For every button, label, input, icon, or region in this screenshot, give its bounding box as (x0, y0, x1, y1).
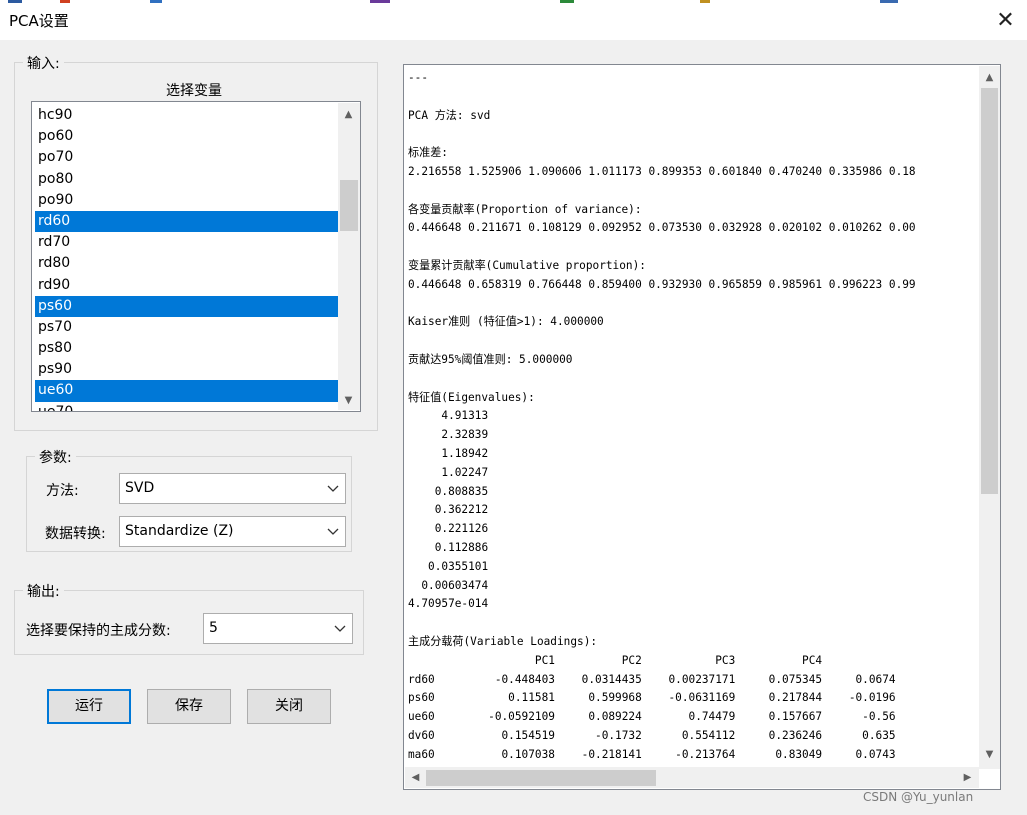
result-line (408, 295, 916, 314)
result-line (408, 125, 916, 144)
result-line: 2.216558 1.525906 1.090606 1.011173 0.89… (408, 164, 916, 178)
variable-list-item[interactable]: ue70 (35, 402, 338, 411)
variable-list-item[interactable]: hc90 (35, 105, 338, 126)
result-line: 标准差: (408, 146, 448, 160)
close-window-button[interactable]: ✕ (984, 3, 1027, 40)
watermark: CSDN @Yu_yunlan (863, 790, 974, 804)
result-line: 2.32839 (408, 428, 489, 442)
result-line: 0.221126 (408, 522, 489, 536)
variable-list-item[interactable]: ps90 (35, 359, 338, 380)
results-text: --- PCA 方法: svd 标准差: 2.216558 1.525906 1.09… (408, 69, 916, 783)
save-button[interactable]: 保存 (147, 689, 231, 724)
variable-list-item[interactable]: rd70 (35, 232, 338, 253)
result-line: 0.446648 0.211671 0.108129 0.092952 0.07… (408, 221, 916, 235)
scroll-left-icon[interactable]: ◀ (407, 769, 424, 786)
scroll-right-icon[interactable]: ▶ (959, 769, 976, 786)
method-select-value: SVD (125, 480, 155, 496)
transform-label: 数据转换: (45, 526, 106, 542)
close-button[interactable]: 关闭 (247, 689, 331, 724)
result-line: 特征值(Eigenvalues): (408, 390, 535, 404)
scrollbar-thumb[interactable] (340, 180, 358, 231)
variable-list-item[interactable]: rd60 (35, 210, 338, 233)
chevron-down-icon (327, 485, 339, 492)
scroll-up-icon[interactable]: ▲ (981, 69, 998, 86)
input-group-legend: 输入: (23, 53, 64, 73)
results-vertical-thumb[interactable] (981, 88, 998, 494)
result-line: 主成分载荷(Variable Loadings): (408, 634, 598, 648)
params-group-legend: 参数: (35, 447, 76, 467)
result-line: --- (408, 71, 429, 84)
variable-list-item[interactable]: po60 (35, 126, 338, 147)
variable-listbox[interactable]: hc90 po60 po70 po80 po90 rd60 rd70 rd80 rd90 ps60… (31, 101, 361, 412)
result-line: ma60 0.107038 -0.218141 -0.213764 0.8304… (408, 747, 896, 761)
window-title: PCA设置 (9, 12, 69, 30)
result-line: dv60 0.154519 -0.1732 0.554112 0.236246 … (408, 728, 896, 742)
components-select[interactable]: 5 (203, 613, 353, 644)
result-line (408, 88, 916, 107)
results-horizontal-thumb[interactable] (426, 770, 656, 786)
variable-list-items: hc90 po60 po70 po80 po90 rd60 rd70 rd80 rd90 ps60… (35, 105, 338, 411)
result-line: 变量累计贡献率(Cumulative proportion): (408, 258, 646, 272)
results-vertical-scrollbar[interactable]: ▲ ▼ (979, 66, 1000, 769)
components-select-value: 5 (209, 620, 218, 636)
variable-list-item[interactable]: ps70 (35, 317, 338, 338)
result-line: 1.02247 (408, 465, 489, 479)
result-line: PCA 方法: svd (408, 108, 491, 122)
chevron-down-icon (327, 528, 339, 535)
result-line: PC1 PC2 PC3 PC4 (408, 653, 823, 667)
variable-list-item[interactable]: ue60 (35, 380, 338, 402)
variable-list-item[interactable]: ps80 (35, 338, 338, 359)
results-horizontal-scrollbar[interactable]: ◀ ▶ (405, 767, 979, 788)
variable-list-scrollbar[interactable]: ▲ ▼ (338, 103, 360, 410)
scroll-up-icon[interactable]: ▲ (340, 106, 357, 123)
result-line: rd60 -0.448403 0.0314435 0.00237171 0.07… (408, 672, 896, 686)
variable-list-item[interactable]: po90 (35, 190, 338, 211)
transform-select-value: Standardize (Z) (125, 523, 234, 539)
result-line (408, 238, 916, 257)
result-line: 各变量贡献率(Proportion of variance): (408, 202, 642, 216)
results-output[interactable]: --- PCA 方法: svd 标准差: 2.216558 1.525906 1.09… (403, 64, 1001, 790)
scroll-down-icon[interactable]: ▼ (340, 392, 357, 409)
result-line: 0.446648 0.658319 0.766448 0.859400 0.93… (408, 277, 916, 291)
result-line: 0.00603474 (408, 578, 489, 592)
method-label: 方法: (46, 483, 79, 499)
result-line (408, 182, 916, 201)
output-group-legend: 输出: (23, 581, 64, 601)
variable-list-caption: 选择变量 (166, 83, 222, 99)
variable-list-item[interactable]: po70 (35, 147, 338, 168)
scroll-down-icon[interactable]: ▼ (981, 746, 998, 763)
result-line (408, 614, 916, 633)
result-line: 0.362212 (408, 503, 489, 517)
result-line: 0.0355101 (408, 559, 489, 573)
chevron-down-icon (334, 625, 346, 632)
method-select[interactable]: SVD (119, 473, 346, 504)
result-line: Kaiser准则 (特征值>1): 4.000000 (408, 315, 604, 329)
title-bar: PCA设置 ✕ (0, 3, 1027, 40)
result-line: 4.70957e-014 (408, 597, 489, 611)
result-line: ps60 0.11581 0.599968 -0.0631169 0.21784… (408, 691, 896, 705)
components-label: 选择要保持的主成分数: (26, 623, 171, 639)
variable-list-item[interactable]: rd80 (35, 253, 338, 274)
result-line: 0.112886 (408, 540, 489, 554)
result-line: ue60 -0.0592109 0.089224 0.74479 0.15766… (408, 710, 896, 724)
close-icon: ✕ (996, 8, 1015, 33)
result-line (408, 332, 916, 351)
result-line (408, 370, 916, 389)
variable-list-item[interactable]: rd90 (35, 275, 338, 296)
result-line: 1.18942 (408, 446, 489, 460)
result-line: 4.91313 (408, 409, 489, 423)
result-line: 贡献达95%阈值准则: 5.000000 (408, 352, 573, 366)
run-button[interactable]: 运行 (47, 689, 131, 724)
variable-list-item[interactable]: po80 (35, 169, 338, 190)
variable-list-item[interactable]: ps60 (35, 295, 338, 317)
transform-select[interactable]: Standardize (Z) (119, 516, 346, 547)
result-line: 0.808835 (408, 484, 489, 498)
